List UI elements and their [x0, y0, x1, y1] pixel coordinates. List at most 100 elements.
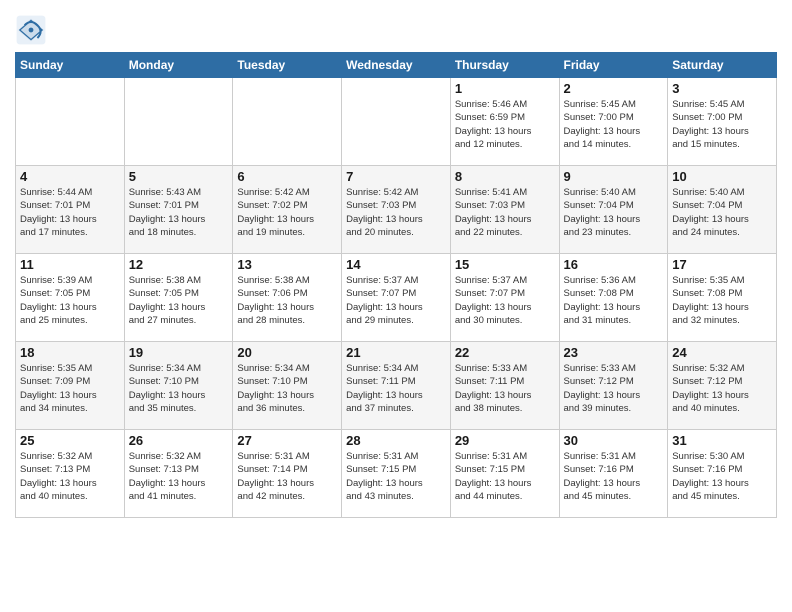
day-number: 28: [346, 433, 446, 448]
weekday-header-thursday: Thursday: [450, 53, 559, 78]
day-number: 9: [564, 169, 664, 184]
day-number: 26: [129, 433, 229, 448]
day-number: 3: [672, 81, 772, 96]
day-info: Sunrise: 5:32 AM Sunset: 7:13 PM Dayligh…: [129, 450, 229, 503]
calendar-row-3: 18 Sunrise: 5:35 AM Sunset: 7:09 PM Dayli…: [16, 342, 777, 430]
calendar-cell: 24 Sunrise: 5:32 AM Sunset: 7:12 PM Dayli…: [668, 342, 777, 430]
calendar-cell: 21 Sunrise: 5:34 AM Sunset: 7:11 PM Dayli…: [342, 342, 451, 430]
day-info: Sunrise: 5:33 AM Sunset: 7:11 PM Dayligh…: [455, 362, 555, 415]
calendar-cell: 22 Sunrise: 5:33 AM Sunset: 7:11 PM Dayli…: [450, 342, 559, 430]
calendar-cell: 6 Sunrise: 5:42 AM Sunset: 7:02 PM Daylig…: [233, 166, 342, 254]
calendar-row-0: 1 Sunrise: 5:46 AM Sunset: 6:59 PM Daylig…: [16, 78, 777, 166]
calendar-cell: 25 Sunrise: 5:32 AM Sunset: 7:13 PM Dayli…: [16, 430, 125, 518]
day-number: 30: [564, 433, 664, 448]
day-number: 29: [455, 433, 555, 448]
day-info: Sunrise: 5:31 AM Sunset: 7:14 PM Dayligh…: [237, 450, 337, 503]
day-info: Sunrise: 5:31 AM Sunset: 7:15 PM Dayligh…: [346, 450, 446, 503]
day-info: Sunrise: 5:34 AM Sunset: 7:10 PM Dayligh…: [237, 362, 337, 415]
day-info: Sunrise: 5:40 AM Sunset: 7:04 PM Dayligh…: [564, 186, 664, 239]
calendar-cell: [233, 78, 342, 166]
day-number: 16: [564, 257, 664, 272]
calendar-cell: [16, 78, 125, 166]
day-number: 18: [20, 345, 120, 360]
weekday-header-row: SundayMondayTuesdayWednesdayThursdayFrid…: [16, 53, 777, 78]
calendar-cell: 5 Sunrise: 5:43 AM Sunset: 7:01 PM Daylig…: [124, 166, 233, 254]
calendar-cell: [124, 78, 233, 166]
day-number: 21: [346, 345, 446, 360]
calendar-row-4: 25 Sunrise: 5:32 AM Sunset: 7:13 PM Dayli…: [16, 430, 777, 518]
calendar-cell: 8 Sunrise: 5:41 AM Sunset: 7:03 PM Daylig…: [450, 166, 559, 254]
day-number: 1: [455, 81, 555, 96]
calendar-cell: 10 Sunrise: 5:40 AM Sunset: 7:04 PM Dayli…: [668, 166, 777, 254]
day-number: 20: [237, 345, 337, 360]
calendar-cell: 23 Sunrise: 5:33 AM Sunset: 7:12 PM Dayli…: [559, 342, 668, 430]
day-info: Sunrise: 5:42 AM Sunset: 7:02 PM Dayligh…: [237, 186, 337, 239]
day-info: Sunrise: 5:36 AM Sunset: 7:08 PM Dayligh…: [564, 274, 664, 327]
logo: [15, 14, 50, 46]
calendar-row-2: 11Sunrise: 5:39 AM Sunset: 7:05 PM Dayli…: [16, 254, 777, 342]
calendar-cell: 17Sunrise: 5:35 AM Sunset: 7:08 PM Dayli…: [668, 254, 777, 342]
day-info: Sunrise: 5:34 AM Sunset: 7:10 PM Dayligh…: [129, 362, 229, 415]
day-number: 2: [564, 81, 664, 96]
weekday-header-wednesday: Wednesday: [342, 53, 451, 78]
day-number: 7: [346, 169, 446, 184]
calendar-cell: 2 Sunrise: 5:45 AM Sunset: 7:00 PM Daylig…: [559, 78, 668, 166]
calendar-cell: [342, 78, 451, 166]
day-info: Sunrise: 5:40 AM Sunset: 7:04 PM Dayligh…: [672, 186, 772, 239]
header: [15, 10, 777, 46]
day-info: Sunrise: 5:32 AM Sunset: 7:13 PM Dayligh…: [20, 450, 120, 503]
day-info: Sunrise: 5:43 AM Sunset: 7:01 PM Dayligh…: [129, 186, 229, 239]
day-info: Sunrise: 5:33 AM Sunset: 7:12 PM Dayligh…: [564, 362, 664, 415]
day-info: Sunrise: 5:39 AM Sunset: 7:05 PM Dayligh…: [20, 274, 120, 327]
day-info: Sunrise: 5:42 AM Sunset: 7:03 PM Dayligh…: [346, 186, 446, 239]
day-number: 6: [237, 169, 337, 184]
weekday-header-monday: Monday: [124, 53, 233, 78]
calendar-cell: 29 Sunrise: 5:31 AM Sunset: 7:15 PM Dayli…: [450, 430, 559, 518]
calendar-cell: 28 Sunrise: 5:31 AM Sunset: 7:15 PM Dayli…: [342, 430, 451, 518]
day-number: 13: [237, 257, 337, 272]
day-number: 14: [346, 257, 446, 272]
day-info: Sunrise: 5:38 AM Sunset: 7:05 PM Dayligh…: [129, 274, 229, 327]
calendar-cell: 14 Sunrise: 5:37 AM Sunset: 7:07 PM Dayli…: [342, 254, 451, 342]
day-info: Sunrise: 5:45 AM Sunset: 7:00 PM Dayligh…: [564, 98, 664, 151]
weekday-header-sunday: Sunday: [16, 53, 125, 78]
calendar-cell: 18 Sunrise: 5:35 AM Sunset: 7:09 PM Dayli…: [16, 342, 125, 430]
calendar-cell: 30Sunrise: 5:31 AM Sunset: 7:16 PM Dayli…: [559, 430, 668, 518]
day-number: 23: [564, 345, 664, 360]
day-number: 19: [129, 345, 229, 360]
day-info: Sunrise: 5:37 AM Sunset: 7:07 PM Dayligh…: [346, 274, 446, 327]
day-number: 8: [455, 169, 555, 184]
day-number: 24: [672, 345, 772, 360]
day-number: 4: [20, 169, 120, 184]
day-info: Sunrise: 5:32 AM Sunset: 7:12 PM Dayligh…: [672, 362, 772, 415]
day-number: 27: [237, 433, 337, 448]
day-number: 25: [20, 433, 120, 448]
calendar-cell: 26 Sunrise: 5:32 AM Sunset: 7:13 PM Dayli…: [124, 430, 233, 518]
calendar-row-1: 4 Sunrise: 5:44 AM Sunset: 7:01 PM Daylig…: [16, 166, 777, 254]
day-number: 10: [672, 169, 772, 184]
calendar-cell: 4 Sunrise: 5:44 AM Sunset: 7:01 PM Daylig…: [16, 166, 125, 254]
calendar-table: SundayMondayTuesdayWednesdayThursdayFrid…: [15, 52, 777, 518]
day-info: Sunrise: 5:31 AM Sunset: 7:15 PM Dayligh…: [455, 450, 555, 503]
day-info: Sunrise: 5:34 AM Sunset: 7:11 PM Dayligh…: [346, 362, 446, 415]
calendar-cell: 27 Sunrise: 5:31 AM Sunset: 7:14 PM Dayli…: [233, 430, 342, 518]
day-info: Sunrise: 5:46 AM Sunset: 6:59 PM Dayligh…: [455, 98, 555, 151]
day-info: Sunrise: 5:35 AM Sunset: 7:09 PM Dayligh…: [20, 362, 120, 415]
day-number: 31: [672, 433, 772, 448]
calendar-cell: 20 Sunrise: 5:34 AM Sunset: 7:10 PM Dayli…: [233, 342, 342, 430]
weekday-header-tuesday: Tuesday: [233, 53, 342, 78]
day-number: 15: [455, 257, 555, 272]
calendar-cell: 12Sunrise: 5:38 AM Sunset: 7:05 PM Dayli…: [124, 254, 233, 342]
calendar-cell: 11Sunrise: 5:39 AM Sunset: 7:05 PM Dayli…: [16, 254, 125, 342]
logo-icon: [15, 14, 47, 46]
calendar-cell: 9 Sunrise: 5:40 AM Sunset: 7:04 PM Daylig…: [559, 166, 668, 254]
calendar-cell: 3Sunrise: 5:45 AM Sunset: 7:00 PM Daylig…: [668, 78, 777, 166]
day-number: 5: [129, 169, 229, 184]
calendar-cell: 19 Sunrise: 5:34 AM Sunset: 7:10 PM Dayli…: [124, 342, 233, 430]
calendar-cell: 13Sunrise: 5:38 AM Sunset: 7:06 PM Dayli…: [233, 254, 342, 342]
day-info: Sunrise: 5:41 AM Sunset: 7:03 PM Dayligh…: [455, 186, 555, 239]
calendar-cell: 16 Sunrise: 5:36 AM Sunset: 7:08 PM Dayli…: [559, 254, 668, 342]
day-number: 22: [455, 345, 555, 360]
calendar-cell: 7 Sunrise: 5:42 AM Sunset: 7:03 PM Daylig…: [342, 166, 451, 254]
day-info: Sunrise: 5:44 AM Sunset: 7:01 PM Dayligh…: [20, 186, 120, 239]
